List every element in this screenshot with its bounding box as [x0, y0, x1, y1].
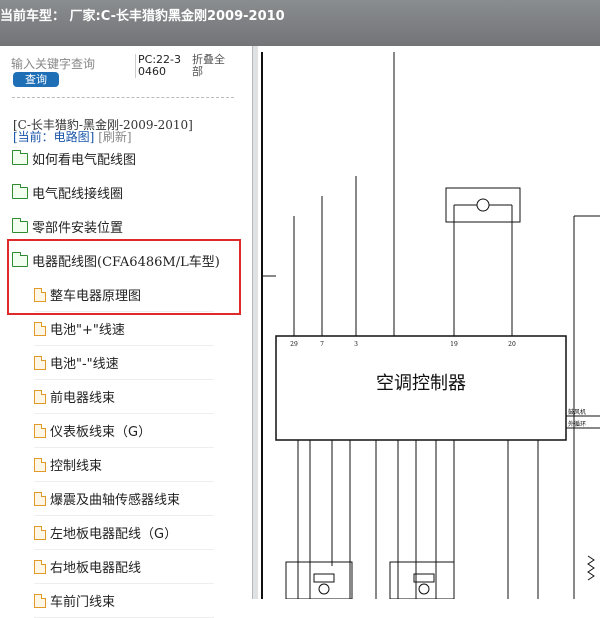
document-icon: [34, 423, 46, 438]
tree-item-label: 电池"-"线速: [50, 357, 119, 372]
right-label: 外循环: [568, 420, 586, 428]
pin-label: 20: [508, 341, 516, 348]
folder-icon: [12, 149, 28, 165]
current-vehicle-title: 当前车型： 厂家:C-长丰猎豹黑金刚2009-2010: [0, 9, 285, 24]
wiring-diagram: 空调控制器 29 7 3 19 20 鼓风机 外循环: [261, 52, 600, 599]
tree-item-label: 仪表板线束（G）: [50, 425, 152, 440]
tree-item-front-door-harness[interactable]: 车前门线束: [34, 584, 214, 618]
folder-icon: [12, 183, 28, 199]
document-icon: [34, 525, 46, 540]
pin-label: 29: [290, 341, 298, 348]
tree-item-label: 如何看电气配线图: [32, 153, 137, 168]
document-icon: [34, 389, 46, 404]
tree-item-label: 零部件安装位置: [32, 221, 124, 236]
tree-item-battery-negative[interactable]: 电池"-"线速: [34, 346, 214, 380]
left-panel: 查询 PC:22-30460 折叠全部 [C-长丰猎豹-黑金刚-2009-201…: [0, 46, 252, 618]
tree-folder-wiring-loop[interactable]: 电气配线接线圈: [12, 176, 123, 209]
selection-highlight: [7, 239, 241, 315]
document-icon: [34, 457, 46, 472]
pin-label: 19: [450, 341, 458, 348]
collapse-all-link[interactable]: 折叠全部: [192, 54, 234, 78]
pin-label: 7: [320, 341, 324, 348]
tree-item-knock-sensor-harness[interactable]: 爆震及曲轴传感器线束: [34, 482, 214, 516]
document-icon: [34, 593, 46, 608]
query-button[interactable]: 查询: [13, 72, 59, 87]
title-bar: 当前车型： 厂家:C-长丰猎豹黑金刚2009-2010: [0, 0, 600, 46]
tree-item-left-floor-wiring[interactable]: 左地板电器配线（G）: [34, 516, 214, 550]
tree-item-right-floor-wiring[interactable]: 右地板电器配线: [34, 550, 214, 584]
tree-item-label: 控制线束: [50, 459, 103, 474]
document-icon: [34, 321, 46, 336]
divider: [12, 97, 234, 98]
tree-item-label: 前电器线束: [50, 391, 116, 406]
tree-folder-how-to-read[interactable]: 如何看电气配线图: [12, 142, 136, 175]
tree-item-label: 左地板电器配线（G）: [50, 527, 178, 542]
tree-item-front-harness[interactable]: 前电器线束: [34, 380, 214, 414]
wiring-diagram-view[interactable]: 空调控制器 29 7 3 19 20 鼓风机 外循环: [258, 46, 600, 599]
tree-item-control-harness[interactable]: 控制线束: [34, 448, 214, 482]
tree-item-battery-positive[interactable]: 电池"+"线速: [34, 312, 214, 346]
pc-code: PC:22-30460: [135, 54, 183, 78]
search-row: 查询 PC:22-30460 折叠全部: [0, 46, 252, 98]
tree-item-label: 电池"+"线速: [50, 323, 125, 338]
search-input[interactable]: [11, 56, 123, 72]
document-icon: [34, 491, 46, 506]
tree-item-label: 爆震及曲轴传感器线束: [50, 493, 181, 508]
folder-icon: [12, 217, 28, 233]
tree-item-label: 车前门线束: [50, 595, 116, 610]
tree-item-instrument-harness[interactable]: 仪表板线束（G）: [34, 414, 214, 448]
pin-label: 3: [354, 341, 358, 348]
tree-item-label: 电气配线接线圈: [32, 187, 124, 202]
tree-item-label: 右地板电器配线: [50, 561, 142, 576]
document-icon: [34, 355, 46, 370]
right-label: 鼓风机: [568, 408, 586, 416]
document-icon: [34, 559, 46, 574]
controller-label: 空调控制器: [376, 373, 466, 394]
